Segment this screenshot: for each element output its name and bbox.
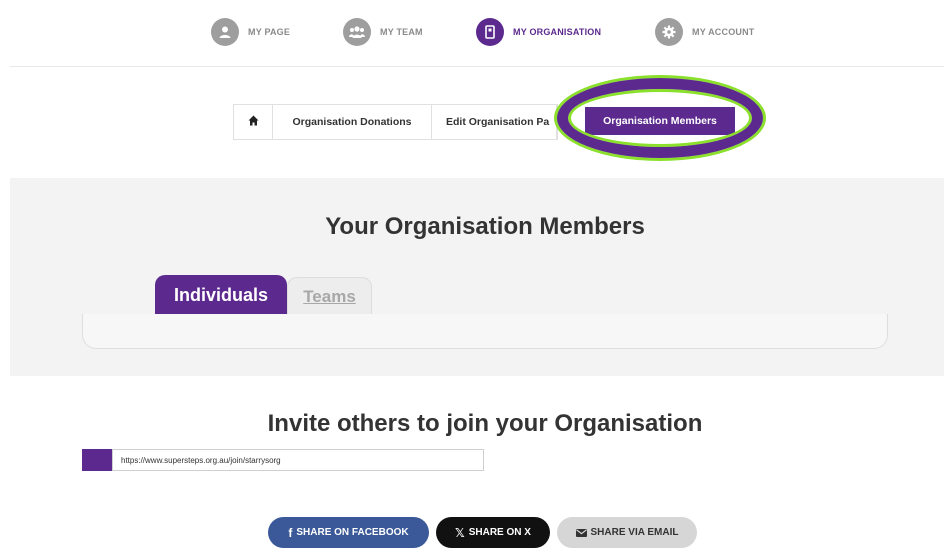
subnav-home[interactable]	[234, 105, 273, 139]
team-icon	[343, 18, 371, 46]
top-navigation: MY PAGE MY TEAM MY ORGANISATION MY ACCOU…	[0, 0, 944, 66]
share-x-label: SHARE ON X	[468, 527, 531, 538]
subnav-edit-organisation-page-label: Edit Organisation Pa	[446, 116, 550, 128]
nav-my-organisation[interactable]: MY ORGANISATION	[476, 17, 601, 47]
subnav-organisation-donations[interactable]: Organisation Donations	[273, 105, 432, 139]
subnav-organisation-donations-label: Organisation Donations	[292, 116, 412, 128]
x-logo-icon: 𝕏	[455, 525, 465, 540]
members-title: Your Organisation Members	[325, 213, 645, 240]
tab-teams[interactable]: Teams	[287, 277, 372, 315]
nav-divider	[10, 66, 944, 67]
organisation-icon	[476, 18, 504, 46]
envelope-icon	[575, 526, 587, 540]
subnav-organisation-members-label: Organisation Members	[603, 115, 717, 127]
nav-my-team[interactable]: MY TEAM	[343, 17, 423, 47]
nav-my-account-label: MY ACCOUNT	[692, 27, 755, 37]
nav-my-organisation-label: MY ORGANISATION	[513, 27, 602, 37]
share-facebook-button[interactable]: f SHARE ON FACEBOOK	[268, 517, 429, 548]
nav-my-team-label: MY TEAM	[380, 27, 423, 37]
members-tab-panel	[82, 314, 888, 349]
link-swatch	[82, 449, 112, 471]
nav-my-page-label: MY PAGE	[248, 27, 291, 37]
subnav-edit-organisation-page[interactable]: Edit Organisation Pa	[432, 105, 557, 139]
invite-link-group	[82, 449, 484, 471]
share-x-button[interactable]: 𝕏 SHARE ON X	[436, 517, 550, 548]
subnav-organisation-members[interactable]: Organisation Members	[585, 107, 735, 135]
nav-my-account[interactable]: MY ACCOUNT	[655, 17, 755, 47]
facebook-icon: f	[288, 525, 293, 540]
organisation-subnav: Organisation Donations Edit Organisation…	[233, 104, 558, 140]
gear-icon	[655, 18, 683, 46]
person-icon	[211, 18, 239, 46]
share-email-label: SHARE VIA EMAIL	[590, 527, 679, 538]
share-email-button[interactable]: SHARE VIA EMAIL	[557, 517, 697, 548]
nav-my-page[interactable]: MY PAGE	[211, 17, 290, 47]
tab-individuals[interactable]: Individuals	[155, 275, 287, 315]
share-facebook-label: SHARE ON FACEBOOK	[296, 527, 409, 538]
invite-title: Invite others to join your Organisation	[267, 410, 703, 437]
invite-link-field[interactable]	[112, 449, 484, 471]
home-icon	[248, 115, 259, 129]
